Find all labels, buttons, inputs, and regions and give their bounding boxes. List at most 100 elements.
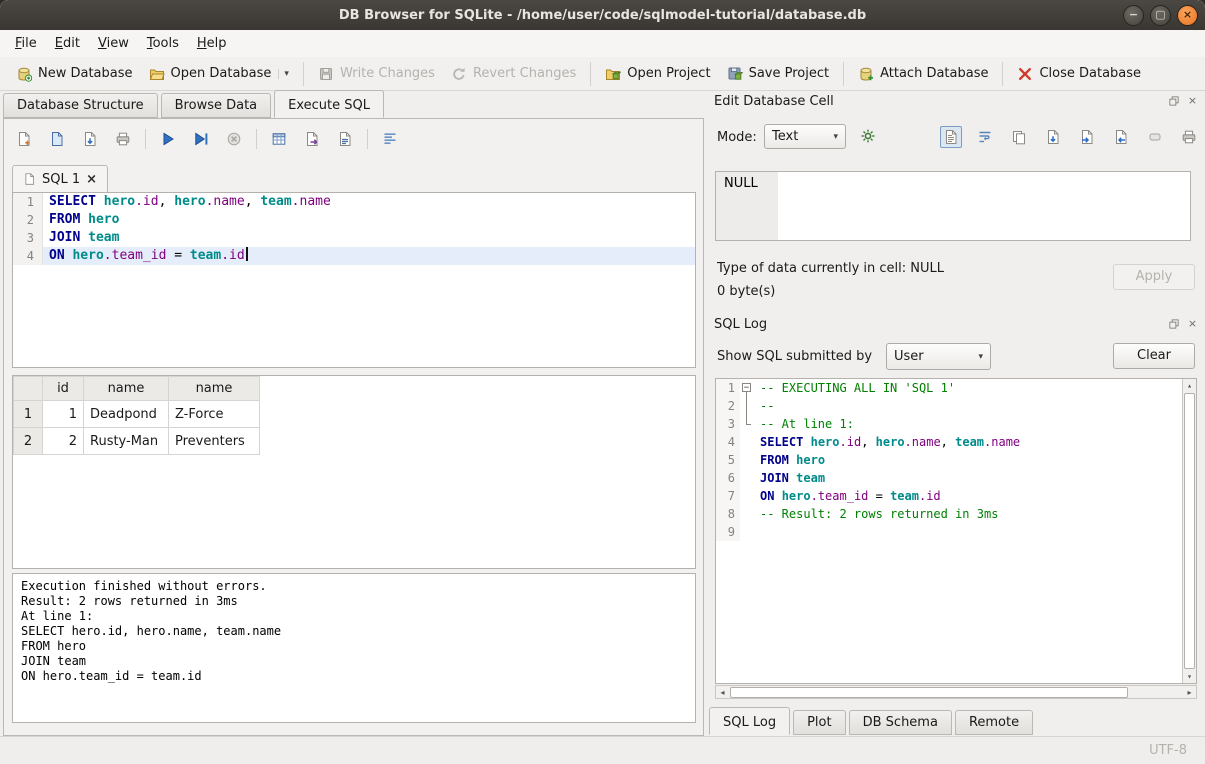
dock-tab-remote[interactable]: Remote: [955, 710, 1033, 735]
close-tab-icon[interactable]: ×: [86, 172, 97, 187]
encoding-indicator: UTF-8: [1149, 743, 1187, 758]
table-cell[interactable]: Deadpond: [84, 401, 169, 428]
menu-help[interactable]: Help: [188, 32, 236, 55]
text-mode-icon[interactable]: [940, 126, 962, 148]
code-line[interactable]: 3-- At line 1:: [716, 415, 1183, 433]
dock-tab-db-schema[interactable]: DB Schema: [849, 710, 952, 735]
table-cell[interactable]: Rusty-Man: [84, 428, 169, 455]
table-cell[interactable]: 2: [43, 428, 84, 455]
open-sql-file-icon[interactable]: [46, 128, 68, 150]
copy-icon[interactable]: [1008, 126, 1030, 148]
write-changes-icon: [318, 66, 334, 82]
code-line[interactable]: 1SELECT hero.id, hero.name, team.name: [13, 193, 695, 211]
column-header-id[interactable]: id: [43, 377, 84, 401]
horizontal-scrollbar[interactable]: ◂ ▸: [715, 685, 1197, 699]
save-results-view-icon[interactable]: [334, 128, 356, 150]
open-database-button[interactable]: Open Database▾: [141, 62, 297, 86]
export-icon[interactable]: [1110, 126, 1132, 148]
code-text: JOIN team: [43, 229, 695, 247]
code-line[interactable]: 4SELECT hero.id, hero.name, team.name: [716, 433, 1183, 451]
set-null-icon[interactable]: [1144, 126, 1166, 148]
code-line[interactable]: 2FROM hero: [13, 211, 695, 229]
menu-tools[interactable]: Tools: [138, 32, 188, 55]
close-database-button[interactable]: Close Database: [1009, 62, 1149, 86]
menu-view[interactable]: View: [89, 32, 138, 55]
save-project-button[interactable]: Save Project: [719, 62, 838, 86]
code-line[interactable]: 7ON hero.team_id = team.id: [716, 487, 1183, 505]
scrollbar-thumb[interactable]: [730, 687, 1128, 698]
code-text: -- At line 1:: [754, 415, 1183, 433]
close-database-label: Close Database: [1039, 66, 1141, 81]
sql-file-icon: [23, 172, 36, 186]
sql-tab[interactable]: SQL 1 ×: [12, 165, 108, 192]
code-line[interactable]: 9: [716, 523, 1183, 541]
dock-tab-sql-log[interactable]: SQL Log: [709, 707, 790, 735]
vertical-scrollbar[interactable]: ▴ ▾: [1182, 379, 1196, 683]
new-sql-tab-icon[interactable]: [13, 128, 35, 150]
scroll-up-icon[interactable]: ▴: [1183, 379, 1196, 392]
toolbar-separator: [1002, 62, 1003, 86]
open-project-button[interactable]: Open Project: [597, 62, 718, 86]
float-panel-icon[interactable]: [1167, 317, 1180, 330]
save-sql-file-icon[interactable]: [79, 128, 101, 150]
code-line[interactable]: 4ON hero.team_id = team.id: [13, 247, 695, 265]
table-cell[interactable]: Preventers: [169, 428, 260, 455]
close-button[interactable]: ×: [1177, 5, 1198, 26]
tab-execute-sql[interactable]: Execute SQL: [274, 90, 384, 118]
dropdown-arrow-icon[interactable]: ▾: [278, 69, 289, 79]
new-database-button[interactable]: New Database: [8, 62, 141, 86]
execute-current-line-icon[interactable]: [190, 128, 212, 150]
mode-combobox[interactable]: Text ▾: [764, 124, 846, 149]
results-grid-view-icon[interactable]: [268, 128, 290, 150]
code-line[interactable]: 5FROM hero: [716, 451, 1183, 469]
column-header-name[interactable]: name: [84, 377, 169, 401]
export-results-icon[interactable]: [301, 128, 323, 150]
auto-switch-mode-icon[interactable]: [857, 125, 879, 147]
maximize-button[interactable]: ▢: [1150, 5, 1171, 26]
word-wrap-icon[interactable]: [974, 126, 996, 148]
minimize-button[interactable]: −: [1123, 5, 1144, 26]
dock-tab-plot[interactable]: Plot: [793, 710, 846, 735]
sql-toolbar: [13, 126, 401, 152]
code-line[interactable]: 6 JOIN team: [716, 469, 1183, 487]
line-number: 6: [716, 469, 740, 487]
fold-toggle-icon[interactable]: −: [740, 379, 754, 397]
save-as-icon[interactable]: [1042, 126, 1064, 148]
tab-browse-data[interactable]: Browse Data: [161, 93, 272, 118]
apply-button: Apply: [1113, 264, 1195, 290]
code-line[interactable]: 3JOIN team: [13, 229, 695, 247]
scroll-left-icon[interactable]: ◂: [716, 688, 729, 697]
code-text: SELECT hero.id, hero.name, team.name: [43, 193, 695, 211]
clear-log-button[interactable]: Clear: [1113, 343, 1195, 369]
import-icon[interactable]: [1076, 126, 1098, 148]
column-header-name[interactable]: name: [169, 377, 260, 401]
toolbar-separator: [843, 62, 844, 86]
log-filter-combobox[interactable]: User ▾: [886, 343, 991, 370]
scrollbar-thumb[interactable]: [1184, 393, 1195, 669]
menu-edit[interactable]: Edit: [46, 32, 89, 55]
print-sql-icon[interactable]: [112, 128, 134, 150]
code-line[interactable]: 2--: [716, 397, 1183, 415]
print-icon[interactable]: [1178, 126, 1200, 148]
cell-editor[interactable]: NULL: [715, 171, 1191, 241]
code-line[interactable]: 8-- Result: 2 rows returned in 3ms: [716, 505, 1183, 523]
tab-database-structure[interactable]: Database Structure: [3, 93, 158, 118]
table-cell[interactable]: 1: [43, 401, 84, 428]
close-panel-icon[interactable]: ×: [1186, 94, 1199, 107]
scroll-down-icon[interactable]: ▾: [1183, 670, 1196, 683]
dock-tabs: SQL LogPlotDB SchemaRemote: [709, 708, 1036, 735]
scroll-right-icon[interactable]: ▸: [1183, 688, 1196, 697]
close-panel-icon[interactable]: ×: [1186, 317, 1199, 330]
float-panel-icon[interactable]: [1167, 94, 1180, 107]
log-filter-value: User: [894, 349, 924, 364]
table-cell[interactable]: Z-Force: [169, 401, 260, 428]
menu-file[interactable]: File: [6, 32, 46, 55]
attach-database-button[interactable]: Attach Database: [850, 62, 996, 86]
code-text: JOIN team: [754, 469, 1183, 487]
execute-all-icon[interactable]: [157, 128, 179, 150]
sql-editor[interactable]: 1SELECT hero.id, hero.name, team.name2FR…: [12, 192, 696, 368]
titlebar[interactable]: DB Browser for SQLite - /home/user/code/…: [0, 0, 1205, 31]
format-sql-icon[interactable]: [379, 128, 401, 150]
code-line[interactable]: 1−-- EXECUTING ALL IN 'SQL 1': [716, 379, 1183, 397]
results-table: idnamename11DeadpondZ-Force22Rusty-ManPr…: [13, 376, 260, 455]
